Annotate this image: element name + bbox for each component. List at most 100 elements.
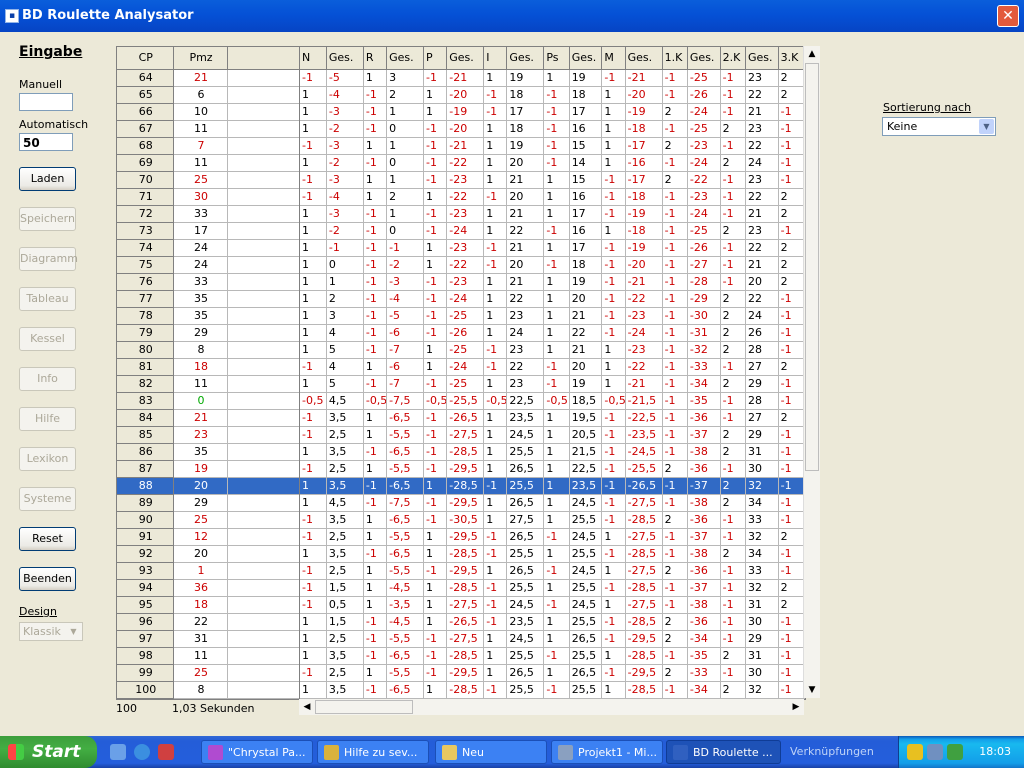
- table-row[interactable]: 64 21: [117, 69, 299, 87]
- table-row[interactable]: 70 25: [117, 171, 299, 189]
- table-row[interactable]: 85 23: [117, 426, 299, 444]
- column-header[interactable]: Ges.: [326, 47, 364, 70]
- column-header[interactable]: Ges.: [625, 47, 663, 70]
- column-header[interactable]: R: [363, 47, 388, 70]
- scroll-right-icon[interactable]: ▶: [788, 699, 804, 715]
- table-row[interactable]: 66 10: [117, 103, 299, 121]
- table-row[interactable]: 86 35: [117, 443, 299, 461]
- scroll-up-icon[interactable]: ▲: [804, 46, 820, 62]
- column-header[interactable]: N: [300, 47, 327, 70]
- table-row[interactable]: 100 8: [117, 681, 299, 699]
- column-header[interactable]: Ges.: [745, 47, 779, 70]
- table-row[interactable]: 81 18: [117, 358, 299, 376]
- table-row[interactable]: 78 35: [117, 307, 299, 325]
- table-row[interactable]: 75 24: [117, 256, 299, 274]
- table-row[interactable]: 13-1-5-1-25123121-1-23-1-30224-10: [300, 307, 805, 325]
- table-row[interactable]: 69 11: [117, 154, 299, 172]
- table-row[interactable]: 67 11: [117, 120, 299, 138]
- column-header[interactable]: 3.K: [778, 47, 805, 70]
- table-row[interactable]: 79 29: [117, 324, 299, 342]
- table-row[interactable]: 15-1-7-1-25123-1191-21-1-34229-1-1: [300, 375, 805, 393]
- table-row[interactable]: 94 36: [117, 579, 299, 597]
- table-row[interactable]: 1-2-10-1-24122-1161-18-1-25223-1-4: [300, 222, 805, 240]
- table-row[interactable]: 1-2-10-1-20118-1161-18-1-25223-1-4: [300, 120, 805, 138]
- table-row[interactable]: 96 22: [117, 613, 299, 631]
- table-row[interactable]: -1-513-1-21119119-1-21-1-25-1232-4: [300, 69, 805, 87]
- table-row[interactable]: 1-1-1-11-23-121117-1-19-1-26-1222-2: [300, 239, 805, 257]
- table-row[interactable]: -1-4121-22-120116-1-18-1-23-1222-5: [300, 188, 805, 206]
- table-row[interactable]: -0,5 4,5 -0,5 -7,5 -0,5 -25,5 -0,5 22,5 -0,5 18,5…: [300, 392, 805, 410]
- table-row[interactable]: 1-3-11-1-23121117-1-19-1-24-1212-3: [300, 205, 805, 223]
- table-row[interactable]: 11-1-3-1-23121119-1-21-1-28-1202-1: [300, 273, 805, 291]
- table-row[interactable]: 12-1-4-1-24122120-1-22-1-29222-11: [300, 290, 805, 308]
- column-header[interactable]: M: [601, 47, 626, 70]
- auto-input[interactable]: 50: [19, 133, 73, 151]
- zonealarm-icon[interactable]: [907, 744, 923, 760]
- table-row[interactable]: 68 7: [117, 137, 299, 155]
- laden-button[interactable]: Laden: [19, 167, 76, 191]
- scroll-left-icon[interactable]: ◀: [299, 699, 315, 715]
- scroll-down-icon[interactable]: ▼: [804, 682, 820, 698]
- horizontal-scrollbar[interactable]: ◀ ▶: [299, 699, 804, 715]
- cp-pmz-grid[interactable]: CP Pmz 64 21 65 6 66 10 67 11 68 7 69 11 70 25 71 30 72 33…: [116, 46, 300, 700]
- reset-button[interactable]: Reset: [19, 527, 76, 551]
- column-header[interactable]: 2.K: [720, 47, 746, 70]
- table-row[interactable]: -1 3,5 1 -6,5 -1 -26,5 1 23,5 1 19,5 -1 -22,5 -1 -36-…: [300, 409, 805, 427]
- table-row[interactable]: 98 11: [117, 647, 299, 665]
- table-row[interactable]: -1 2,5 1 -5,5 -1 -27,5 1 24,5 1 20,5 -1 -23,5 -1 -37 2…: [300, 426, 805, 444]
- table-row[interactable]: 1 3,5 -1 -6,5 1 -28,5 -1 25,5 -1 25,5 1 -28,5 -1 -34 2…: [300, 681, 805, 699]
- desktop-icon[interactable]: [110, 744, 126, 760]
- horizontal-scroll-thumb[interactable]: [315, 700, 413, 714]
- browser-icon[interactable]: [134, 744, 150, 760]
- column-header[interactable]: 1.K: [662, 47, 688, 70]
- table-row[interactable]: -1 0,5 1 -3,5 1 -27,5 -1 24,5 -1 24,5 1 -27,5 -1 -38-…: [300, 596, 805, 614]
- column-header[interactable]: Ges.: [687, 47, 721, 70]
- beenden-button[interactable]: Beenden: [19, 567, 76, 591]
- security-icon[interactable]: [947, 744, 963, 760]
- start-button[interactable]: Start: [0, 736, 97, 768]
- close-button[interactable]: ✕: [997, 5, 1019, 27]
- table-row[interactable]: 74 24: [117, 239, 299, 257]
- column-header[interactable]: Ges.: [446, 47, 485, 70]
- quicklinks-label[interactable]: Verknüpfungen: [790, 745, 874, 758]
- table-row[interactable]: 1 3,5 -1 -6,5 1 -28,5 -1 25,5 1 25,5 -1 -28,5 -1 -38 2…: [300, 545, 805, 563]
- column-header[interactable]: [227, 47, 299, 70]
- table-row[interactable]: -1 2,5 1 -5,5 1 -29,5 -1 26,5 -1 24,5 1 -27,5 -1 -37-…: [300, 528, 805, 546]
- column-header[interactable]: Pmz: [173, 47, 228, 70]
- vertical-scroll-thumb[interactable]: [805, 63, 819, 471]
- table-row[interactable]: 73 17: [117, 222, 299, 240]
- table-row[interactable]: 99 25: [117, 664, 299, 682]
- table-row[interactable]: -1 2,5 1 -5,5 -1 -29,5 1 26,5 1 26,5 -1 -29,5 2 -33 -1…: [300, 664, 805, 682]
- table-row[interactable]: 1-3-111-19-117-1171-192-24-121-1-3: [300, 103, 805, 121]
- table-row[interactable]: -1-311-1-21119-1151-172-23-122-1-5: [300, 137, 805, 155]
- column-header[interactable]: I: [483, 47, 508, 70]
- table-row[interactable]: 1 3,5 -1 -6,5 -1 -28,5 1 25,5 1 21,5 -1 -24,5 -1 -38 2…: [300, 443, 805, 461]
- taskbar-button[interactable]: Hilfe zu sev...: [317, 740, 429, 764]
- column-header[interactable]: Ges.: [569, 47, 603, 70]
- table-row[interactable]: 1-2-10-1-22120-1141-16-1-24224-1-6: [300, 154, 805, 172]
- table-row[interactable]: 87 19: [117, 460, 299, 478]
- table-row[interactable]: 82 11: [117, 375, 299, 393]
- table-row[interactable]: 1-4-121-20-118-1181-20-1-26-1222-2: [300, 86, 805, 104]
- table-row[interactable]: -1 3,5 1 -6,5 -1 -30,5 1 27,5 1 25,5 -1 -28,5 2 -36 -1…: [300, 511, 805, 529]
- table-row[interactable]: 1 3,5 -1 -6,5 1 -28,5 -1 25,5 1 23,5 -1 -26,5 -1 -37 2…: [300, 477, 805, 495]
- table-row[interactable]: 80 8: [117, 341, 299, 359]
- taskbar-button[interactable]: Neu: [435, 740, 547, 764]
- taskbar-button[interactable]: "Chrystal Pa...: [201, 740, 313, 764]
- table-row[interactable]: 91 12: [117, 528, 299, 546]
- table-row[interactable]: -1-311-1-23121115-1-172-22-123-1-7: [300, 171, 805, 189]
- table-row[interactable]: -1 1,5 1 -4,5 1 -28,5 -1 25,5 1 25,5 -1 -28,5 -1 -37-…: [300, 579, 805, 597]
- media-icon[interactable]: [158, 744, 174, 760]
- table-row[interactable]: 1 1,5 -1 -4,5 1 -26,5 -1 23,5 1 25,5 -1 -28,5 2 -36 -1…: [300, 613, 805, 631]
- table-row[interactable]: 95 18: [117, 596, 299, 614]
- table-row[interactable]: 15-1-71-25-1231211-23-1-32228-1-2: [300, 341, 805, 359]
- table-row[interactable]: 77 35: [117, 290, 299, 308]
- column-header[interactable]: Ges.: [386, 47, 425, 70]
- design-select[interactable]: Klassik ▼: [19, 622, 83, 641]
- table-row[interactable]: 89 29: [117, 494, 299, 512]
- vertical-scrollbar[interactable]: ▲ ▼: [803, 46, 820, 698]
- table-row[interactable]: 71 30: [117, 188, 299, 206]
- taskbar-button[interactable]: Projekt1 - Mi...: [551, 740, 663, 764]
- table-row[interactable]: 93 1: [117, 562, 299, 580]
- table-row[interactable]: 65 6: [117, 86, 299, 104]
